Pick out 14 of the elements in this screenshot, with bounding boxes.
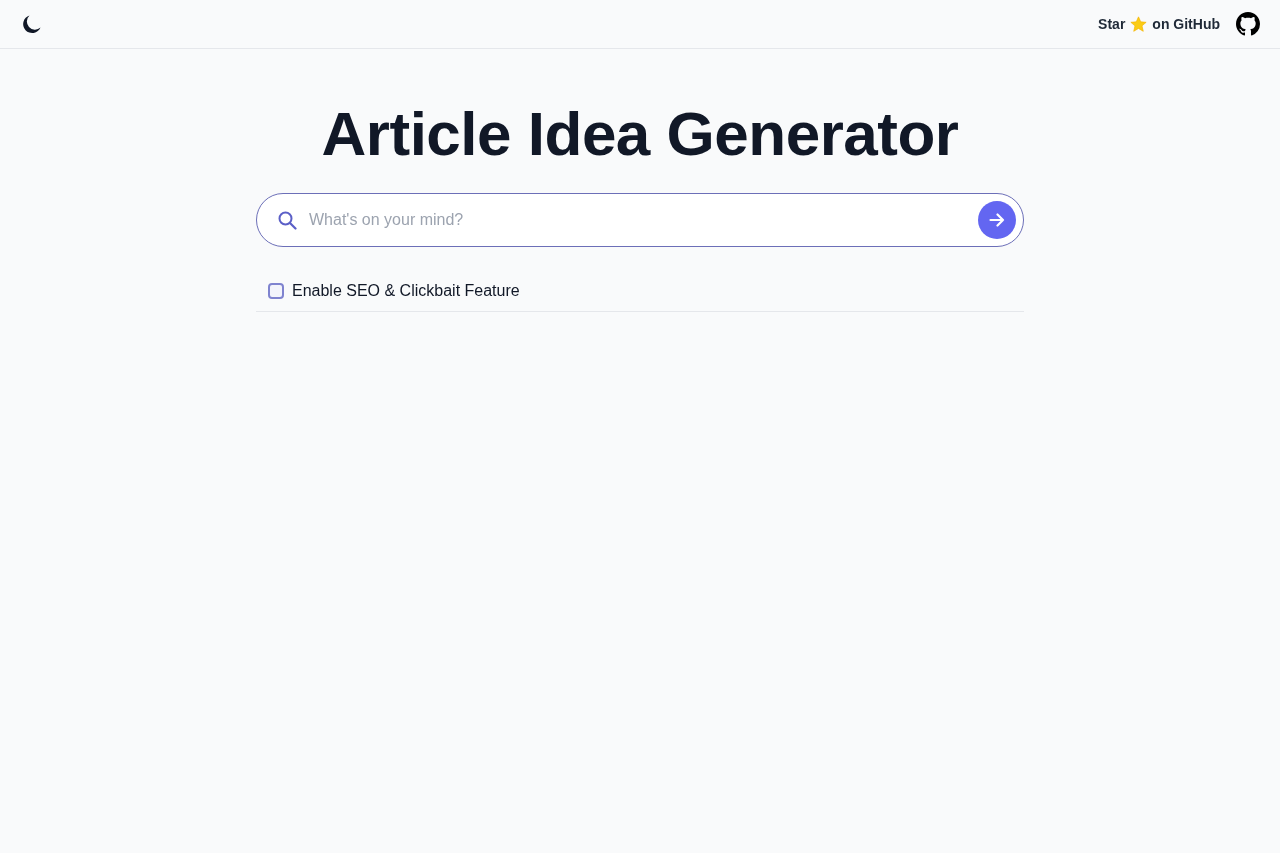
submit-button[interactable] [978,201,1016,239]
github-star-link[interactable]: Star on GitHub [1098,13,1220,35]
dark-mode-toggle[interactable] [22,14,42,34]
search-field[interactable]: What's on your mind? [309,200,970,240]
checkbox[interactable] [268,283,284,299]
moon-icon [22,14,42,34]
checkbox-label: Enable SEO & Clickbait Feature [292,281,520,301]
page-title: Article Idea Generator [321,99,959,169]
search-bar[interactable]: What's on your mind? [256,193,1024,247]
search-icon [277,210,297,230]
star-icon [1130,15,1148,33]
github-icon [1236,12,1260,36]
arrow-right-icon [989,213,1005,227]
github-link[interactable] [1236,12,1260,36]
